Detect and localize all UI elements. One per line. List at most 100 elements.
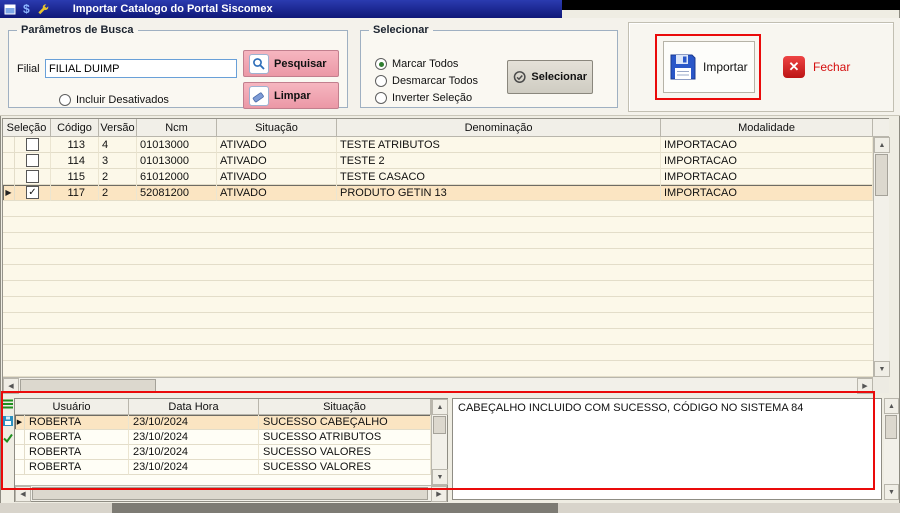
radio-incluir-desativados[interactable]: Incluir Desativados xyxy=(59,92,169,108)
cell-selecao xyxy=(15,153,51,169)
scroll-up-icon[interactable] xyxy=(874,137,890,153)
cell-usuario: ROBERTA xyxy=(25,430,129,445)
fechar-button[interactable]: Fechar xyxy=(779,51,883,83)
filial-label: Filial xyxy=(17,63,40,75)
scroll-down-icon[interactable] xyxy=(874,361,890,377)
titlebar-black-area xyxy=(562,0,900,10)
cell-situacao: SUCESSO ATRIBUTOS xyxy=(259,430,431,445)
scroll-left-icon[interactable] xyxy=(3,378,19,394)
log-row[interactable]: ROBERTA23/10/2024SUCESSO VALORES xyxy=(15,460,431,475)
empty-row xyxy=(3,361,873,377)
cell-codigo: 114 xyxy=(51,153,99,169)
pesquisar-button[interactable]: Pesquisar xyxy=(243,50,339,77)
log-vertical-scrollbar[interactable] xyxy=(431,399,447,485)
column-header-selec-a-o[interactable]: Seleção xyxy=(3,119,51,137)
scroll-thumb[interactable] xyxy=(885,415,897,439)
radio-label: Desmarcar Todos xyxy=(392,75,478,87)
catalog-row[interactable]: 115261012000ATIVADOTESTE CASACOIMPORTACA… xyxy=(3,169,873,185)
column-header-ncm[interactable]: Ncm xyxy=(137,119,217,137)
cell-situacao: ATIVADO xyxy=(217,153,337,169)
radio-inverter-selec-a-o[interactable]: Inverter Seleção xyxy=(375,90,478,106)
params-groupbox: Parâmetros de Busca Filial Incluir Desat… xyxy=(8,24,348,108)
catalog-horizontal-scrollbar[interactable] xyxy=(3,377,873,393)
scroll-right-icon[interactable] xyxy=(857,378,873,394)
importar-button[interactable]: Importar xyxy=(663,41,755,93)
cell-situacao: ATIVADO xyxy=(217,137,337,153)
filial-input[interactable] xyxy=(45,59,237,78)
log-grid: UsuárioData HoraSituação ROBERTA23/10/20… xyxy=(14,398,448,502)
log-row[interactable]: ROBERTA23/10/2024SUCESSO CABEÇALHO xyxy=(15,415,431,430)
importar-label: Importar xyxy=(703,60,748,74)
cell-ncm: 61012000 xyxy=(137,169,217,185)
row-checkbox[interactable] xyxy=(26,186,39,199)
window-title: Importar Catalogo do Portal Siscomex xyxy=(73,3,273,15)
radio-desmarcar-todos[interactable]: Desmarcar Todos xyxy=(375,73,478,89)
catalog-row[interactable]: 113401013000ATIVADOTESTE ATRIBUTOSIMPORT… xyxy=(3,137,873,153)
log-horizontal-scrollbar[interactable] xyxy=(15,485,447,501)
column-header-denominac-a-o[interactable]: Denominação xyxy=(337,119,661,137)
cell-modalidade: IMPORTACAO xyxy=(661,153,873,169)
empty-row xyxy=(3,217,873,233)
empty-row xyxy=(3,201,873,217)
radio-marcar-todos[interactable]: Marcar Todos xyxy=(375,56,478,72)
cell-usuario: ROBERTA xyxy=(25,460,129,475)
column-header-co-digo[interactable]: Código xyxy=(51,119,99,137)
scroll-thumb[interactable] xyxy=(20,379,156,392)
export-list-icon[interactable] xyxy=(2,398,14,410)
scroll-down-icon[interactable] xyxy=(432,469,448,485)
radio-icon[interactable] xyxy=(375,92,387,104)
empty-row xyxy=(3,249,873,265)
eraser-icon xyxy=(249,86,269,106)
window-icon xyxy=(4,4,16,15)
scroll-thumb[interactable] xyxy=(875,154,888,196)
bottom-scroll-thumb[interactable] xyxy=(112,503,558,513)
catalog-row[interactable]: 114301013000ATIVADOTESTE 2IMPORTACAO xyxy=(3,153,873,169)
scroll-thumb[interactable] xyxy=(433,416,446,434)
limpar-button[interactable]: Limpar xyxy=(243,82,339,109)
log-grid-body: ROBERTA23/10/2024SUCESSO CABEÇALHOROBERT… xyxy=(15,415,431,485)
log-row[interactable]: ROBERTA23/10/2024SUCESSO VALORES xyxy=(15,445,431,460)
cell-denominacao: TESTE CASACO xyxy=(337,169,661,185)
actions-panel: Importar Fechar xyxy=(628,22,894,112)
row-checkbox[interactable] xyxy=(26,138,39,151)
dollar-icon: $ xyxy=(23,3,30,15)
message-vertical-scrollbar[interactable] xyxy=(884,398,899,500)
radio-icon[interactable] xyxy=(375,75,387,87)
empty-row xyxy=(3,281,873,297)
log-row[interactable]: ROBERTA23/10/2024SUCESSO ATRIBUTOS xyxy=(15,430,431,445)
cell-ncm: 01013000 xyxy=(137,153,217,169)
column-header-situac-a-o[interactable]: Situação xyxy=(217,119,337,137)
log-column-header-situac-a-o[interactable]: Situação xyxy=(259,399,431,415)
wrench-icon xyxy=(37,3,50,16)
radio-icon[interactable] xyxy=(59,94,71,106)
catalog-row[interactable]: 117252081200ATIVADOPRODUTO GETIN 13IMPOR… xyxy=(3,185,873,201)
save-icon[interactable] xyxy=(2,415,14,427)
radio-icon[interactable] xyxy=(375,58,387,70)
cell-situacao: SUCESSO CABEÇALHO xyxy=(259,415,431,430)
cell-usuario: ROBERTA xyxy=(25,445,129,460)
row-checkbox[interactable] xyxy=(26,154,39,167)
cell-ncm: 01013000 xyxy=(137,137,217,153)
scroll-up-icon[interactable] xyxy=(432,399,448,415)
confirm-check-icon[interactable] xyxy=(2,432,14,444)
scroll-left-icon[interactable] xyxy=(15,486,31,502)
log-column-header-data-hora[interactable]: Data Hora xyxy=(129,399,259,415)
scroll-down-icon[interactable] xyxy=(884,484,899,500)
row-checkbox[interactable] xyxy=(26,170,39,183)
cell-versao: 3 xyxy=(99,153,137,169)
scroll-thumb[interactable] xyxy=(32,487,428,500)
log-column-header-usua-rio[interactable]: Usuário xyxy=(15,399,129,415)
selecionar-button[interactable]: Selecionar xyxy=(507,60,593,94)
limpar-label: Limpar xyxy=(274,90,311,102)
catalog-vertical-scrollbar[interactable] xyxy=(873,137,889,377)
column-header-modalidade[interactable]: Modalidade xyxy=(661,119,873,137)
cell-modalidade: IMPORTACAO xyxy=(661,169,873,185)
catalog-grid-header: SeleçãoCódigoVersãoNcmSituaçãoDenominaçã… xyxy=(3,119,873,137)
column-header-versa-o[interactable]: Versão xyxy=(99,119,137,137)
cell-situacao: ATIVADO xyxy=(217,169,337,185)
scroll-right-icon[interactable] xyxy=(431,486,447,502)
circle-check-icon xyxy=(513,68,526,86)
cell-versao: 4 xyxy=(99,137,137,153)
scroll-up-icon[interactable] xyxy=(884,398,899,414)
radio-label: Inverter Seleção xyxy=(392,92,472,104)
